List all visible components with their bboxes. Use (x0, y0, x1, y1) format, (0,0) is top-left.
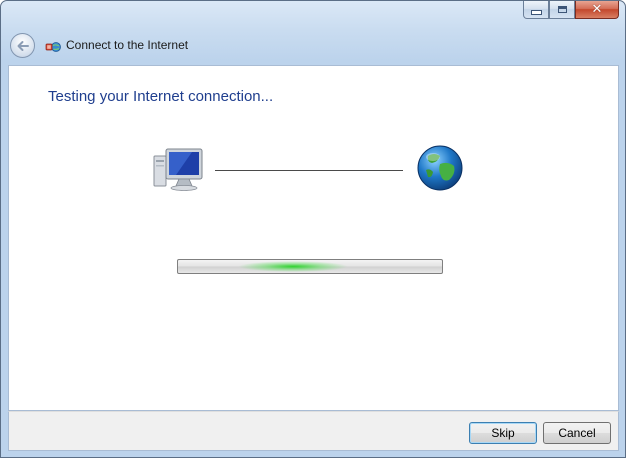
connection-line (215, 170, 403, 171)
minimize-icon (530, 10, 542, 15)
globe-icon (417, 145, 463, 191)
progress-indicator (238, 261, 348, 272)
progress-bar (177, 259, 443, 274)
cancel-button[interactable]: Cancel (543, 422, 611, 444)
caption-buttons: ✕ (523, 1, 619, 21)
skip-button-label: Skip (491, 426, 515, 440)
wizard-content: Testing your Internet connection... (8, 65, 619, 411)
close-icon: ✕ (591, 2, 603, 17)
back-button[interactable] (10, 33, 35, 58)
back-arrow-icon (17, 40, 29, 51)
close-button[interactable]: ✕ (575, 1, 619, 19)
minimize-button[interactable] (523, 1, 549, 19)
page-heading: Testing your Internet connection... (48, 88, 274, 105)
network-wizard-icon (45, 42, 61, 52)
maximize-icon (557, 6, 567, 13)
navigation-bar: Connect to the Internet (1, 29, 625, 63)
window-title: Connect to the Internet (66, 38, 189, 52)
wizard-window: ✕ Connect to the Internet Testing your I… (0, 0, 626, 458)
maximize-button[interactable] (549, 1, 575, 19)
cancel-button-label: Cancel (558, 426, 596, 440)
skip-button[interactable]: Skip (469, 422, 537, 444)
computer-icon (153, 148, 203, 191)
wizard-footer: Skip Cancel (8, 411, 619, 451)
